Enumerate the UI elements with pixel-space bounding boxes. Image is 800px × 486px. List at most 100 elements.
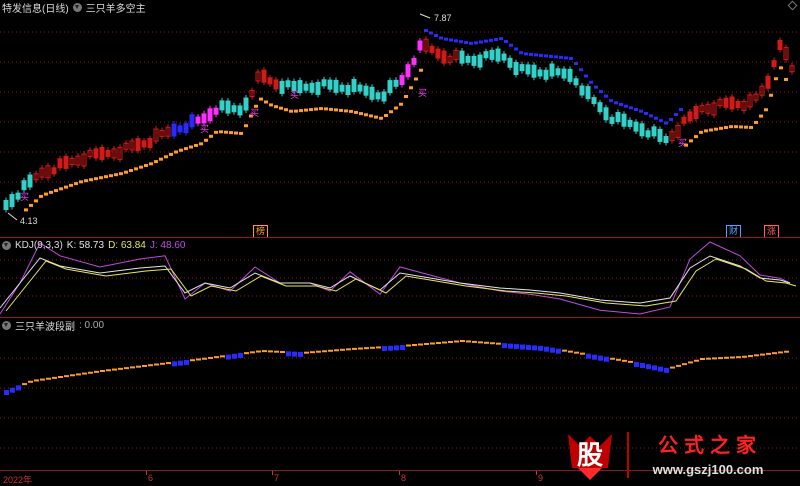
support-dot [174, 150, 178, 154]
x-label-7: 7 [274, 473, 280, 483]
buy-marker: 买 [678, 138, 687, 148]
wave-bar [148, 364, 153, 367]
support-dot [129, 169, 133, 172]
wave-bar [52, 376, 57, 379]
support-dot [749, 125, 753, 129]
wave-bar [532, 345, 537, 351]
wave-bar [244, 352, 249, 355]
main-indicator-name[interactable]: 三只羊多空主 [86, 0, 146, 15]
support-dot [209, 134, 213, 138]
wave-bar [556, 348, 561, 354]
wave-bar [514, 344, 519, 350]
wave-bar [22, 383, 27, 386]
candle-body [471, 55, 477, 66]
wave-bar [724, 356, 729, 359]
x-label-8: 8 [401, 473, 407, 483]
kdj-k-value: K: 58.73 [66, 240, 105, 251]
support-dot [294, 109, 298, 113]
indicator-dropdown-icon[interactable] [72, 3, 82, 12]
support-dot [334, 108, 338, 112]
support-dot [324, 107, 328, 111]
support-dot [329, 107, 333, 111]
candle-body [537, 69, 543, 77]
support-dot [559, 55, 563, 59]
candle-body [393, 79, 399, 87]
watermark-url: www.gszj100.com [652, 462, 764, 477]
wave-bar [310, 351, 315, 354]
candle-body [303, 83, 309, 91]
kdj-panel[interactable]: KDJ(9,3,3) K: 58.73 D: 63.84 J: 48.60 [0, 237, 800, 317]
candlestick-chart[interactable]: 买买买买 买买 [0, 0, 800, 237]
buy-marker: 买 [20, 192, 29, 202]
kdj-dropdown-icon[interactable] [2, 241, 11, 250]
support-dot [569, 56, 573, 60]
low-price-label: 4.13 [20, 216, 38, 226]
support-dot [779, 66, 783, 70]
support-dot [774, 77, 778, 81]
candle-body [663, 136, 669, 144]
support-dot [614, 101, 618, 105]
support-dot [49, 190, 53, 194]
candle-body [519, 64, 525, 72]
main-chart-panel[interactable]: 买买买买买买 特发信息(日线) 三只羊多空主 7.87 4.13 榜 财 涨 [0, 0, 800, 238]
buy-marker: 买 [290, 90, 299, 100]
support-dot [124, 170, 128, 174]
candle-body [231, 105, 237, 113]
candle-body [645, 130, 651, 138]
support-dot [454, 39, 458, 43]
support-dot [499, 37, 503, 41]
support-dot [769, 93, 773, 97]
wave-bar [256, 350, 261, 353]
wave-bar [766, 352, 771, 355]
support-dot [189, 145, 193, 149]
support-dot [634, 108, 638, 111]
wave-bar [760, 353, 765, 356]
x-tick [272, 471, 273, 475]
support-dot [519, 51, 523, 55]
wave-bar [406, 344, 411, 347]
support-dot [694, 135, 698, 139]
wave-bar [202, 357, 207, 360]
candle-body [63, 155, 69, 169]
candle-body [51, 167, 57, 175]
support-dot [479, 40, 483, 44]
wave-title[interactable]: 三只羊波段副 [15, 318, 75, 333]
support-dot [594, 85, 598, 89]
support-dot [464, 41, 468, 44]
support-dot [169, 152, 173, 156]
candle-body [321, 79, 327, 87]
wave-bar [166, 362, 171, 365]
kdj-j-line [0, 241, 791, 315]
wave-bar [730, 356, 735, 359]
wave-bar [640, 363, 645, 368]
candle-body [765, 75, 771, 89]
wave-bar [430, 342, 435, 345]
support-dot [484, 39, 488, 43]
candle-body [483, 51, 489, 59]
support-dot [424, 29, 428, 32]
support-dot [674, 113, 678, 116]
support-dot [509, 43, 513, 47]
candle-body [525, 64, 531, 75]
wave-bar [160, 362, 165, 365]
candle-body [147, 138, 153, 149]
kdj-title[interactable]: KDJ(9,3,3) [15, 240, 63, 251]
support-dot [54, 189, 58, 193]
support-dot [759, 114, 763, 118]
support-dot [119, 172, 123, 176]
wave-bar [28, 380, 33, 383]
support-dot [34, 199, 38, 203]
support-dot [404, 95, 408, 98]
wave-bar [688, 361, 693, 364]
high-arrow [419, 13, 431, 19]
wave-bar [190, 359, 195, 362]
support-dot [44, 192, 48, 196]
wave-dropdown-icon[interactable] [2, 321, 11, 330]
wave-bar [364, 347, 369, 350]
wave-bar [580, 352, 585, 355]
wave-bar [220, 355, 225, 358]
wave-bar [502, 343, 507, 349]
support-dot [229, 131, 233, 135]
wave-bar [238, 352, 243, 358]
candle-body [633, 121, 639, 132]
